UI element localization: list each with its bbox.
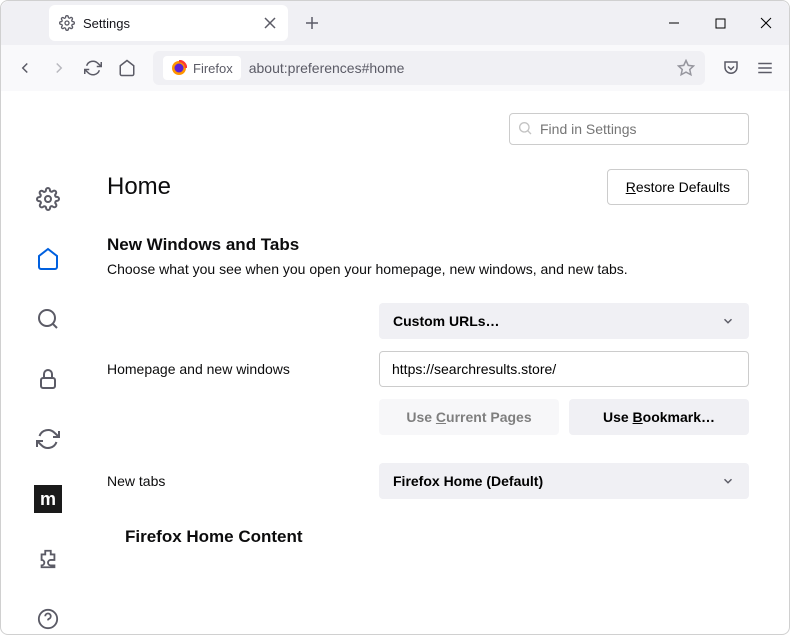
firefox-icon: [171, 60, 187, 76]
identity-box[interactable]: Firefox: [163, 56, 241, 80]
home-button[interactable]: [111, 52, 143, 84]
select-value: Custom URLs…: [393, 313, 500, 329]
close-icon[interactable]: [262, 15, 278, 31]
search-icon: [517, 120, 533, 136]
bookmark-star-icon[interactable]: [677, 59, 695, 77]
pocket-button[interactable]: [715, 52, 747, 84]
tab-title: Settings: [83, 16, 254, 31]
section-title: New Windows and Tabs: [107, 235, 749, 255]
newtabs-select[interactable]: Firefox Home (Default): [379, 463, 749, 499]
identity-label: Firefox: [193, 61, 233, 76]
chevron-down-icon: [721, 474, 735, 488]
page-title: Home: [107, 173, 171, 201]
sidebar-item-home[interactable]: [30, 243, 66, 275]
forward-button: [43, 52, 75, 84]
m-icon: m: [34, 485, 62, 513]
url-text: about:preferences#home: [249, 60, 669, 76]
url-bar[interactable]: Firefox about:preferences#home: [153, 51, 705, 85]
use-current-pages-button: Use Current Pages: [379, 399, 559, 435]
gear-icon: [59, 15, 75, 31]
sidebar-item-extensions[interactable]: [30, 543, 66, 575]
restore-defaults-button[interactable]: Restore Defaults: [607, 169, 749, 205]
app-menu-button[interactable]: [749, 52, 781, 84]
select-value: Firefox Home (Default): [393, 473, 543, 489]
newtabs-label: New tabs: [107, 473, 379, 489]
back-button[interactable]: [9, 52, 41, 84]
sidebar-item-help[interactable]: [30, 603, 66, 635]
section-desc: Choose what you see when you open your h…: [107, 261, 749, 277]
sidebar-item-more[interactable]: m: [30, 483, 66, 515]
sidebar-item-general[interactable]: [30, 183, 66, 215]
maximize-button[interactable]: [697, 1, 743, 45]
section-title-2: Firefox Home Content: [125, 527, 749, 547]
chevron-down-icon: [721, 314, 735, 328]
minimize-button[interactable]: [651, 1, 697, 45]
reload-button[interactable]: [77, 52, 109, 84]
browser-tab[interactable]: Settings: [49, 5, 288, 41]
homepage-mode-select[interactable]: Custom URLs…: [379, 303, 749, 339]
new-tab-button[interactable]: [298, 9, 326, 37]
find-in-settings-input[interactable]: [509, 113, 749, 145]
use-bookmark-button[interactable]: Use Bookmark…: [569, 399, 749, 435]
homepage-url-input[interactable]: [379, 351, 749, 387]
sidebar-item-sync[interactable]: [30, 423, 66, 455]
close-window-button[interactable]: [743, 1, 789, 45]
homepage-label: Homepage and new windows: [107, 361, 379, 377]
sidebar-item-privacy[interactable]: [30, 363, 66, 395]
sidebar-item-search[interactable]: [30, 303, 66, 335]
